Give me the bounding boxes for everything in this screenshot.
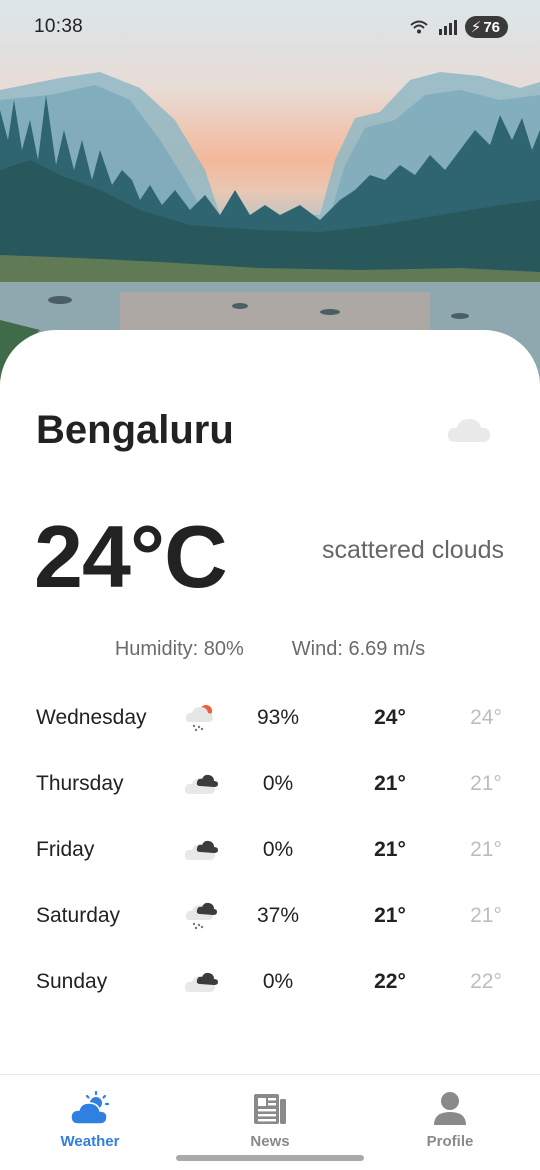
forecast-high: 21°	[374, 838, 406, 861]
rain-sun-icon	[185, 705, 213, 732]
weather-metrics: Humidity: 80% Wind: 6.69 m/s	[0, 638, 540, 661]
nav-weather[interactable]: Weather	[0, 1075, 180, 1170]
forecast-day: Friday	[36, 838, 95, 861]
clouds-icon	[184, 774, 218, 794]
forecast-day: Saturday	[36, 904, 121, 927]
weather-icon	[70, 1091, 110, 1125]
weather-card: Bengaluru 24°C scattered clouds Humidity…	[0, 330, 540, 1074]
forecast-precip: 93%	[256, 706, 300, 729]
nav-label-weather: Weather	[60, 1133, 120, 1150]
forecast-row: Saturday 37% 21° 21°	[0, 883, 540, 949]
forecast-row: Sunday 0% 22° 22°	[0, 949, 540, 1015]
forecast-precip: 0%	[262, 772, 294, 795]
forecast-precip: 37%	[256, 904, 300, 927]
forecast-row: Thursday 0% 21° 21°	[0, 751, 540, 817]
status-time: 10:38	[34, 16, 84, 37]
status-icons: ⚡ 76	[409, 16, 508, 38]
home-indicator[interactable]	[176, 1155, 364, 1161]
clouds-icon	[184, 972, 218, 992]
forecast-precip: 0%	[262, 838, 294, 861]
forecast-high: 21°	[374, 904, 406, 927]
forecast-day: Wednesday	[36, 706, 147, 729]
status-bar: 10:38 ⚡ 76	[0, 0, 540, 54]
forecast-precip: 0%	[262, 970, 294, 993]
forecast-low: 21°	[470, 904, 502, 927]
forecast-low: 22°	[470, 970, 502, 993]
profile-icon	[434, 1092, 466, 1125]
forecast-low: 24°	[470, 706, 502, 729]
forecast-row: Friday 0% 21° 21°	[0, 817, 540, 883]
nav-label-profile: Profile	[426, 1133, 474, 1150]
nav-profile[interactable]: Profile	[360, 1075, 540, 1170]
forecast-row: Wednesday 93% 24° 24°	[0, 685, 540, 751]
nav-label-news: News	[250, 1133, 290, 1150]
wind-label: Wind: 6.69 m/s	[291, 638, 426, 660]
forecast-high: 21°	[374, 772, 406, 795]
current-temperature: 24°C	[34, 507, 228, 606]
clouds-icon	[184, 840, 218, 860]
city-name: Bengaluru	[36, 408, 234, 452]
news-icon	[254, 1094, 286, 1124]
cloud-icon	[447, 419, 490, 442]
humidity-label: Humidity: 80%	[114, 638, 244, 660]
forecast-high: 22°	[374, 970, 406, 993]
forecast-low: 21°	[470, 772, 502, 795]
rain-cloud-icon	[185, 902, 217, 930]
forecast-high: 24°	[374, 706, 406, 729]
wifi-icon	[410, 20, 428, 34]
forecast-day: Thursday	[36, 772, 124, 795]
signal-icon	[438, 20, 457, 35]
battery-indicator: ⚡ 76	[464, 16, 508, 38]
charging-icon: ⚡	[470, 19, 482, 36]
forecast-list: Wednesday 93% 24° 24° Thursday 0% 21° 21…	[0, 685, 540, 1015]
battery-level: 76	[483, 18, 500, 36]
forecast-low: 21°	[470, 838, 502, 861]
forecast-day: Sunday	[36, 970, 108, 993]
weather-description: scattered clouds	[321, 536, 504, 564]
